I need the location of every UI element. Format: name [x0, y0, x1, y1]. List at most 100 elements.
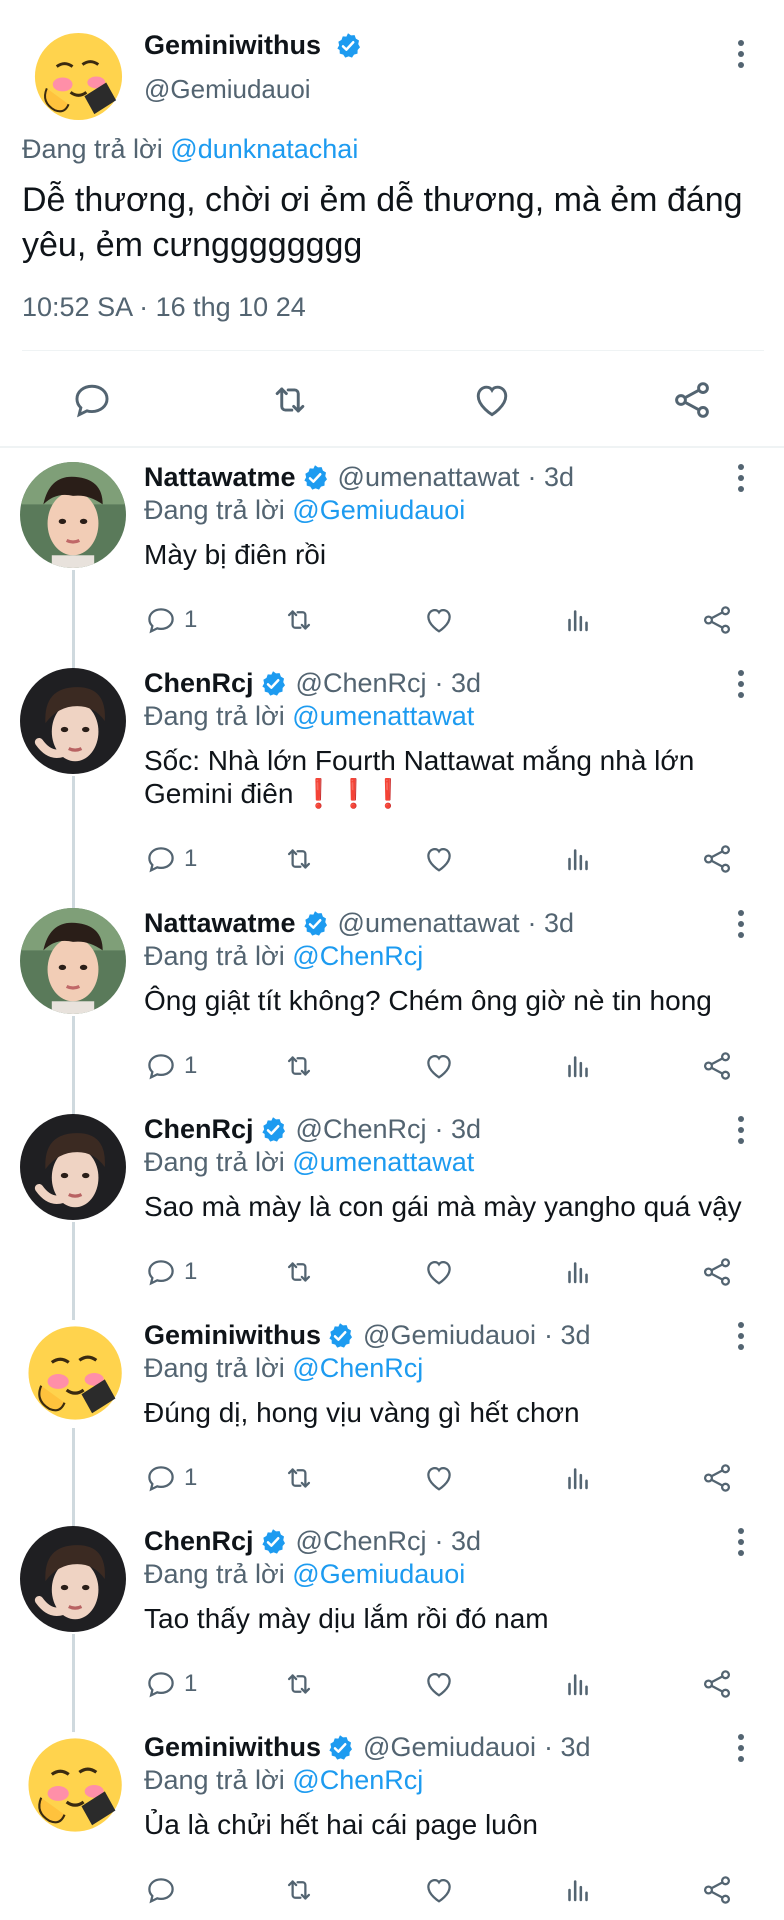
retweet-icon[interactable] [268, 378, 312, 422]
like-button[interactable] [422, 1255, 456, 1289]
share-icon[interactable] [700, 1873, 734, 1907]
heart-icon[interactable] [470, 378, 514, 422]
display-name[interactable]: Nattawatme [144, 462, 296, 493]
author-handle[interactable]: @umenattawat [338, 462, 520, 493]
retweet-icon[interactable] [282, 1255, 316, 1289]
avatar[interactable] [20, 1114, 126, 1220]
heart-icon[interactable] [422, 842, 456, 876]
like-button[interactable] [422, 1461, 456, 1495]
reply-icon[interactable] [70, 378, 114, 422]
display-name[interactable]: Nattawatme [144, 908, 296, 939]
more-icon[interactable] [726, 1522, 756, 1562]
views-button[interactable] [561, 842, 595, 876]
reply-age[interactable]: · 3d [544, 1320, 591, 1351]
views-icon[interactable] [561, 842, 595, 876]
reply-to-link[interactable]: @ChenRcj [292, 1353, 423, 1383]
reply-icon[interactable] [144, 1461, 178, 1495]
author-handle[interactable]: @umenattawat [338, 908, 520, 939]
heart-icon[interactable] [422, 1461, 456, 1495]
more-icon[interactable] [726, 34, 756, 74]
share-icon[interactable] [700, 1667, 734, 1701]
author-handle[interactable]: @Gemiudauoi [363, 1732, 536, 1763]
avatar[interactable] [20, 1526, 126, 1632]
heart-icon[interactable] [422, 1873, 456, 1907]
share-icon[interactable] [700, 603, 734, 637]
share-icon[interactable] [700, 1255, 734, 1289]
share-button[interactable] [700, 1461, 734, 1495]
views-button[interactable] [561, 603, 595, 637]
reply-icon[interactable] [144, 603, 178, 637]
more-icon[interactable] [726, 904, 756, 944]
like-button[interactable] [422, 603, 456, 637]
avatar[interactable] [20, 908, 126, 1014]
reply-button[interactable]: 1 [144, 1461, 197, 1495]
display-name[interactable]: ChenRcj [144, 1526, 254, 1557]
heart-icon[interactable] [422, 603, 456, 637]
share-button[interactable] [700, 842, 734, 876]
reply-to-link[interactable]: @umenattawat [292, 1147, 474, 1177]
reply-button[interactable]: 1 [144, 842, 197, 876]
avatar[interactable] [20, 668, 126, 774]
like-button[interactable] [422, 1049, 456, 1083]
reply-to-link[interactable]: @dunknatachai [170, 134, 358, 164]
author-handle[interactable]: @Gemiudauoi [363, 1320, 536, 1351]
reply-icon[interactable] [144, 1667, 178, 1701]
author-handle[interactable]: @ChenRcj [296, 668, 427, 699]
reply-age[interactable]: · 3d [434, 1114, 481, 1145]
display-name[interactable]: Geminiwithus [144, 1320, 321, 1351]
share-button[interactable] [700, 1255, 734, 1289]
more-icon[interactable] [726, 664, 756, 704]
like-button[interactable] [422, 842, 456, 876]
author-name[interactable]: Geminiwithus [144, 30, 363, 61]
more-icon[interactable] [726, 1316, 756, 1356]
author-handle[interactable]: @ChenRcj [296, 1526, 427, 1557]
share-button[interactable] [700, 1049, 734, 1083]
share-icon[interactable] [670, 378, 714, 422]
reply-icon[interactable] [144, 1255, 178, 1289]
reply-age[interactable]: · 3d [434, 1526, 481, 1557]
retweet-button[interactable] [282, 1461, 316, 1495]
views-icon[interactable] [561, 1255, 595, 1289]
views-icon[interactable] [561, 1667, 595, 1701]
reply-to-link[interactable]: @Gemiudauoi [292, 1559, 465, 1589]
avatar[interactable] [20, 1732, 126, 1838]
more-icon[interactable] [726, 1110, 756, 1150]
reply-age[interactable]: · 3d [544, 1732, 591, 1763]
display-name[interactable]: ChenRcj [144, 1114, 254, 1145]
views-button[interactable] [561, 1667, 595, 1701]
share-icon[interactable] [700, 1049, 734, 1083]
heart-icon[interactable] [422, 1049, 456, 1083]
share-button[interactable] [700, 603, 734, 637]
reply-button[interactable]: 1 [144, 603, 197, 637]
views-icon[interactable] [561, 1049, 595, 1083]
display-name[interactable]: Geminiwithus [144, 30, 321, 61]
retweet-button[interactable] [282, 1049, 316, 1083]
reply-age[interactable]: · 3d [434, 668, 481, 699]
views-icon[interactable] [561, 1461, 595, 1495]
retweet-icon[interactable] [282, 603, 316, 637]
reply-age[interactable]: · 3d [528, 908, 575, 939]
share-button[interactable] [700, 1873, 734, 1907]
reply-icon[interactable] [144, 842, 178, 876]
like-button[interactable] [422, 1667, 456, 1701]
retweet-button[interactable] [282, 603, 316, 637]
display-name[interactable]: Geminiwithus [144, 1732, 321, 1763]
avatar[interactable] [27, 27, 126, 126]
retweet-icon[interactable] [282, 1873, 316, 1907]
share-icon[interactable] [700, 1461, 734, 1495]
avatar[interactable] [20, 462, 126, 568]
views-button[interactable] [561, 1255, 595, 1289]
views-button[interactable] [561, 1461, 595, 1495]
reply-button[interactable]: 1 [144, 1667, 197, 1701]
display-name[interactable]: ChenRcj [144, 668, 254, 699]
avatar[interactable] [20, 1320, 126, 1426]
retweet-icon[interactable] [282, 1667, 316, 1701]
retweet-icon[interactable] [282, 1461, 316, 1495]
share-button[interactable] [700, 1667, 734, 1701]
reply-button[interactable]: 1 [144, 1255, 197, 1289]
retweet-icon[interactable] [282, 842, 316, 876]
tweet-timestamp[interactable]: 10:52 SA · 16 thg 10 24 [22, 292, 306, 323]
like-button[interactable] [422, 1873, 456, 1907]
reply-icon[interactable] [144, 1873, 178, 1907]
author-handle[interactable]: @Gemiudauoi [144, 74, 311, 105]
